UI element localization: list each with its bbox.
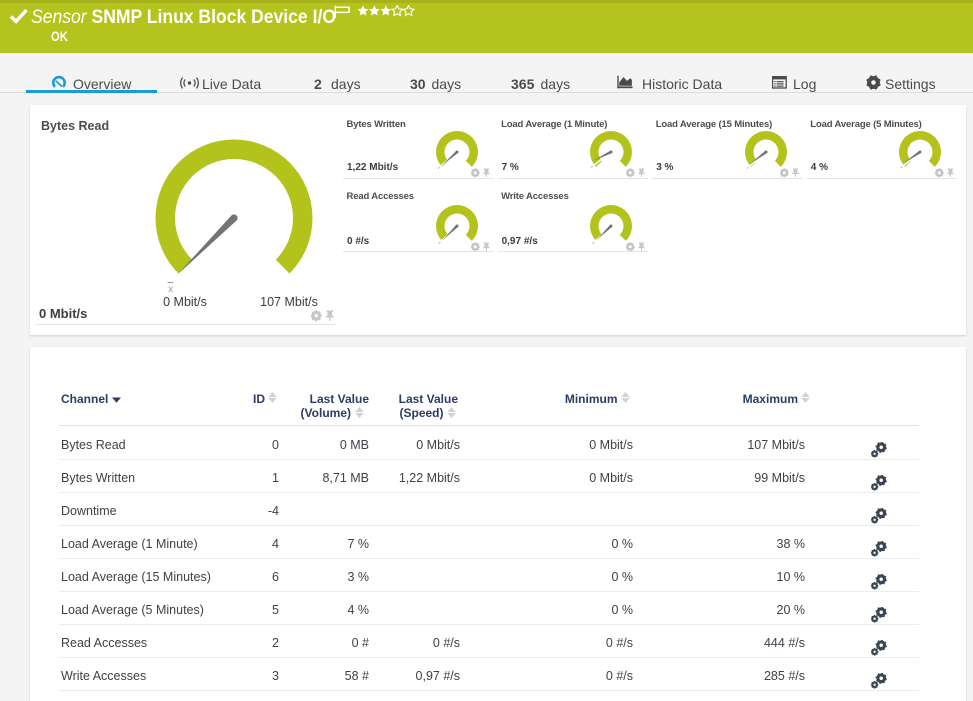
- svg-text:x: x: [168, 283, 174, 295]
